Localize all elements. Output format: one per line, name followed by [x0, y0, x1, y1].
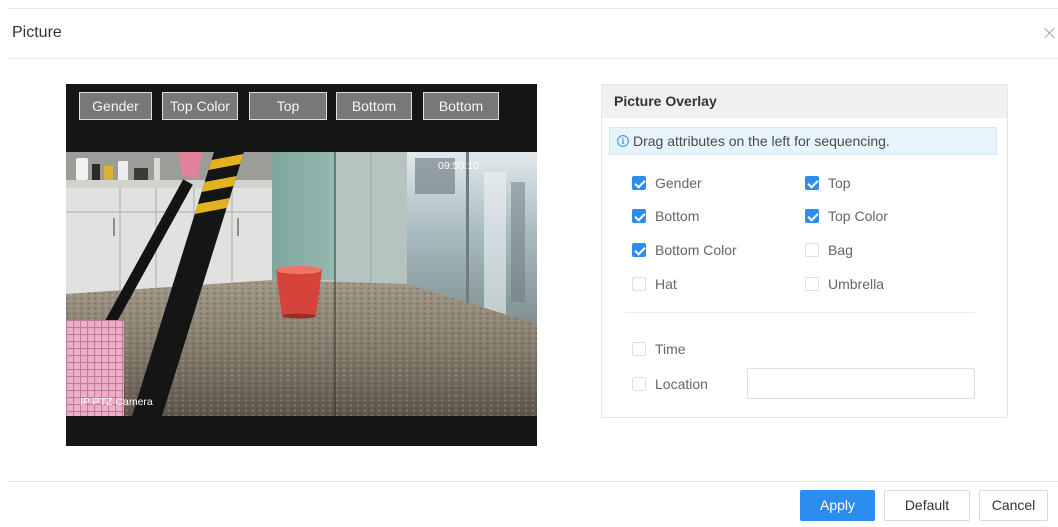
attr-umbrella-option[interactable]: Umbrella [805, 277, 884, 291]
info-banner: Drag attributes on the left for sequenci… [609, 127, 997, 155]
location-input[interactable] [747, 368, 975, 399]
overlay-tag-gender[interactable]: Gender [79, 92, 152, 120]
footer-divider [8, 481, 1058, 482]
close-icon[interactable] [1043, 27, 1055, 39]
overlay-tag-top-color[interactable]: Top Color [162, 92, 238, 120]
picture-overlay-panel: Picture Overlay Drag attributes on the l… [601, 84, 1008, 418]
panel-title: Picture Overlay [602, 85, 1007, 118]
top-label: Top [828, 175, 851, 191]
header-divider [8, 58, 1058, 59]
attr-bottom-color-option[interactable]: Bottom Color [632, 243, 737, 257]
hat-checkbox[interactable] [632, 277, 646, 291]
bottom-label: Bottom [655, 208, 700, 224]
attr-gender-option[interactable]: Gender [632, 176, 702, 190]
default-button[interactable]: Default [884, 490, 970, 521]
location-label: Location [655, 376, 708, 392]
attr-top-option[interactable]: Top [805, 176, 851, 190]
hat-label: Hat [655, 276, 677, 292]
location-option[interactable]: Location [632, 377, 708, 391]
umbrella-label: Umbrella [828, 276, 885, 292]
umbrella-checkbox[interactable] [805, 277, 819, 291]
attr-hat-option[interactable]: Hat [632, 277, 677, 291]
overlay-tag-bottom[interactable]: Bottom [336, 92, 412, 120]
dialog-title: Picture [12, 24, 62, 41]
top-color-checkbox[interactable] [805, 209, 819, 223]
location-checkbox[interactable] [632, 377, 646, 391]
attr-top-color-option[interactable]: Top Color [805, 209, 888, 223]
attr-bag-option[interactable]: Bag [805, 243, 853, 257]
apply-button[interactable]: Apply [800, 490, 875, 521]
bag-label: Bag [828, 242, 853, 258]
cancel-button[interactable]: Cancel [979, 490, 1048, 521]
overlay-tag-bottom-2[interactable]: Bottom [423, 92, 499, 120]
video-preview: Gender Top Color Top Bottom Bottom IP PT… [66, 84, 537, 446]
overlay-tag-top[interactable]: Top [249, 92, 327, 120]
bottom-checkbox[interactable] [632, 209, 646, 223]
info-text: Drag attributes on the left for sequenci… [633, 133, 890, 149]
bag-checkbox[interactable] [805, 243, 819, 257]
camera-time-osd: 09:50:10 [438, 160, 479, 172]
top-color-label: Top Color [828, 208, 888, 224]
top-checkbox[interactable] [805, 176, 819, 190]
gender-checkbox[interactable] [632, 176, 646, 190]
panel-divider [625, 312, 975, 313]
gender-label: Gender [655, 175, 702, 191]
camera-snapshot: IP PTZ Camera 09:50:10 [66, 152, 537, 416]
bottom-color-label: Bottom Color [655, 242, 737, 258]
info-icon [617, 135, 629, 147]
picture-dialog: Picture Gender Top Color Top Bottom Bott… [0, 0, 1058, 527]
bottom-color-checkbox[interactable] [632, 243, 646, 257]
camera-name-osd: IP PTZ Camera [80, 396, 153, 408]
attr-bottom-option[interactable]: Bottom [632, 209, 699, 223]
time-checkbox[interactable] [632, 342, 646, 356]
time-option[interactable]: Time [632, 342, 686, 356]
time-label: Time [655, 341, 686, 357]
dialog-top-border [8, 8, 1058, 9]
